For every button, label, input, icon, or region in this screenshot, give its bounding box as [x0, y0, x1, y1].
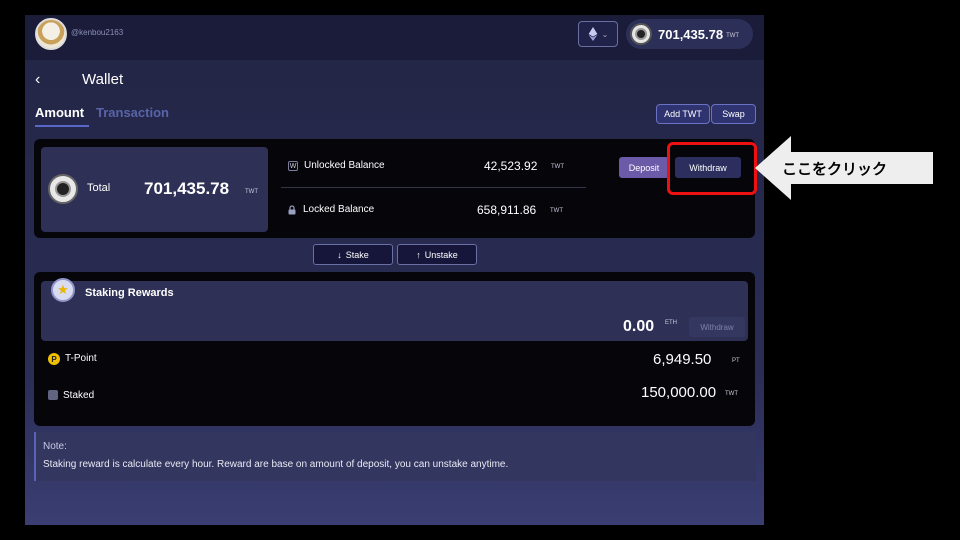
rewards-title: Staking Rewards — [85, 287, 174, 299]
tab-amount[interactable]: Amount — [35, 105, 89, 127]
wallet-app: @kenbou2163 ⌄ 701,435.78 TWT ‹ Wallet Am… — [25, 15, 764, 525]
tpoint-amount: 6,949.50 — [653, 351, 712, 368]
rewards-withdraw-button[interactable]: Withdraw — [689, 317, 745, 337]
rewards-unit: ETH — [665, 320, 677, 326]
unstake-button[interactable]: ↑ Unstake — [397, 244, 477, 265]
balance-card: Total 701,435.78 TWT W Unlocked Balance … — [34, 139, 755, 238]
arrow-down-icon: ↓ — [337, 249, 342, 260]
locked-balance-unit: TWT — [550, 208, 563, 214]
chevron-down-icon: ⌄ — [601, 29, 609, 39]
unlocked-balance-unit: TWT — [551, 164, 564, 170]
total-label: Total — [87, 182, 111, 194]
ethereum-icon — [588, 27, 598, 41]
rewards-box: ★ Staking Rewards 0.00 ETH Withdraw — [41, 278, 748, 341]
staked-icon — [48, 390, 58, 400]
locked-balance-label: Locked Balance — [303, 204, 375, 215]
twt-coin-icon — [48, 174, 78, 204]
stake-label: Stake — [345, 249, 369, 260]
swap-button[interactable]: Swap — [711, 104, 756, 124]
page-title: Wallet — [82, 71, 124, 88]
twt-coin-icon — [630, 23, 652, 45]
note-title: Note: — [43, 441, 67, 452]
deposit-button[interactable]: Deposit — [619, 157, 669, 178]
tab-transaction[interactable]: Transaction — [96, 105, 169, 120]
callout-text: ここをクリック — [782, 152, 932, 184]
note-box: Note: Staking reward is calculate every … — [34, 432, 756, 481]
tpoint-label: T-Point — [65, 353, 97, 364]
medal-star-icon: ★ — [51, 278, 75, 302]
total-amount: 701,435.78 — [144, 179, 230, 198]
locked-balance-amount: 658,911.86 — [477, 203, 537, 217]
tpoint-icon: P — [48, 353, 60, 365]
user-avatar[interactable] — [35, 18, 67, 50]
total-box: Total 701,435.78 TWT — [41, 147, 268, 232]
arrow-up-icon: ↑ — [416, 249, 421, 260]
unlocked-balance-label: Unlocked Balance — [304, 160, 385, 171]
wallet-icon: W — [288, 161, 298, 171]
rewards-amount: 0.00 — [623, 318, 655, 335]
total-unit: TWT — [245, 189, 258, 195]
withdraw-highlight — [667, 142, 757, 195]
tpoint-unit: PT — [732, 358, 740, 364]
lock-icon — [288, 205, 296, 215]
staked-unit: TWT — [725, 391, 738, 397]
network-select[interactable]: ⌄ — [578, 21, 618, 47]
add-twt-button[interactable]: Add TWT — [656, 104, 710, 124]
username: @kenbou2163 — [71, 28, 124, 37]
note-text: Staking reward is calculate every hour. … — [43, 459, 509, 470]
top-bar: @kenbou2163 ⌄ 701,435.78 TWT — [25, 15, 764, 60]
unlocked-balance-amount: 42,523.92 — [484, 159, 538, 173]
divider — [281, 187, 586, 188]
header-balance-unit: TWT — [726, 33, 740, 39]
staked-label: Staked — [63, 390, 95, 401]
back-chevron-icon[interactable]: ‹ — [35, 71, 40, 89]
header-balance: 701,435.78 TWT — [626, 19, 753, 49]
stake-button[interactable]: ↓ Stake — [313, 244, 393, 265]
header-balance-amount: 701,435.78 — [658, 26, 724, 42]
staking-rewards-card: ★ Staking Rewards 0.00 ETH Withdraw P T-… — [34, 272, 755, 426]
staked-amount: 150,000.00 — [641, 384, 717, 401]
unstake-label: Unstake — [424, 249, 458, 260]
